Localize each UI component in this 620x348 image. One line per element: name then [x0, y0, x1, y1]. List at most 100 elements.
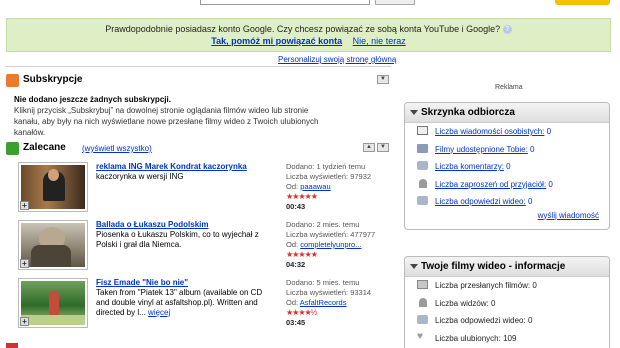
inbox-row-label-wrap: Liczba odpowiedzi wideo: 0 — [435, 197, 532, 206]
my-videos-row-favorites: ♥ Liczba ulubionych: 109 — [405, 330, 609, 348]
inbox-title: Skrzynka odbiorcza — [421, 107, 515, 118]
move-up-icon[interactable]: ▲ — [363, 143, 375, 152]
video-views: Liczba wyświetleń: 93314 — [286, 288, 372, 297]
video-duration: 03:45 — [286, 318, 306, 327]
inbox-row-shared: Filmy udostępnione Tobie: 0 — [405, 141, 609, 159]
inbox-row-label[interactable]: Filmy udostępnione Tobie: — [435, 145, 528, 154]
video-added: Dodano: 1 tydzień temu — [286, 162, 366, 171]
not-now-link[interactable]: Nie, nie teraz — [353, 36, 406, 46]
section-icon — [6, 343, 18, 348]
inbox-more-row: wyślij wiadomość — [405, 211, 609, 220]
video-duration: 04:32 — [286, 260, 306, 269]
inbox-row-label[interactable]: Liczba wiadomości osobistych: — [435, 127, 544, 136]
banner-links: Tak, pomóż mi powiązać konta Nie, nie te… — [7, 36, 610, 46]
video-author-link[interactable]: AsfaltRecords — [300, 298, 347, 307]
video-author-link[interactable]: paaawau — [300, 182, 330, 191]
my-videos-row-value: 0 — [532, 281, 537, 290]
video-added: Dodano: 5 mies. temu — [286, 278, 360, 287]
inbox-row-value: 0 — [530, 144, 535, 154]
person-icon — [419, 178, 427, 188]
video-title[interactable]: Fisz Emade "Nie bo nie" — [96, 278, 188, 287]
video-rating: ★★★★½ — [286, 308, 317, 317]
add-to-quicklist-icon[interactable]: + — [20, 317, 29, 326]
my-videos-row-uploads: Liczba przesłanych filmów: 0 — [405, 277, 609, 295]
inbox-row-label-wrap: Liczba zaproszeń od przyjaciół: 0 — [435, 180, 553, 189]
collapse-arrow-icon[interactable] — [410, 264, 418, 269]
comment-icon — [417, 161, 428, 170]
show-all-link[interactable]: (wyświetl wszystko) — [82, 144, 152, 153]
divider — [6, 66, 391, 67]
video-meta: Dodano: 1 tydzień temu Liczba wyświetleń… — [286, 162, 396, 212]
banner-question-row: Prawdopodobnie posiadasz konto Google. C… — [7, 24, 610, 35]
inbox-row-comments: Liczba komentarzy: 0 — [405, 158, 609, 176]
my-videos-row-viewers: Liczba widzów: 0 — [405, 295, 609, 313]
featured-header: Zalecane (wyświetl wszystko) ▲ ▼ — [6, 141, 391, 157]
video-from-label: Od: — [286, 240, 299, 249]
video-from-row: Od: paaawau — [286, 182, 396, 192]
inbox-box: Skrzynka odbiorcza Liczba wiadomości oso… — [404, 102, 610, 230]
video-item: + Fisz Emade "Nie bo nie" Taken from "Pi… — [18, 278, 393, 334]
video-desc: Piosenka o Łukaszu Polskim, co to wyjech… — [96, 230, 259, 249]
my-videos-row-label-wrap: Liczba widzów: 0 — [435, 299, 496, 308]
film-icon — [417, 143, 428, 153]
personalize-homepage-link[interactable]: Personalizuj swoją stronę główną — [278, 55, 396, 64]
send-message-link[interactable]: wyślij wiadomość — [538, 211, 599, 220]
banner-question: Prawdopodobnie posiadasz konto Google. C… — [105, 24, 501, 34]
video-thumbnail[interactable]: + — [18, 278, 88, 328]
video-from-label: Od: — [286, 298, 299, 307]
video-title[interactable]: Ballada o Łukaszu Podolskim — [96, 220, 208, 229]
add-to-quicklist-icon[interactable]: + — [20, 201, 29, 210]
featured-title: Zalecane — [23, 142, 66, 153]
person-icon — [419, 297, 427, 307]
video-item: + reklama ING Marek Kondrat kaczorynka k… — [18, 162, 393, 218]
video-title[interactable]: reklama ING Marek Kondrat kaczorynka — [96, 162, 247, 171]
collapse-icon[interactable]: ▼ — [377, 143, 389, 152]
inbox-row-label[interactable]: Liczba komentarzy: — [435, 162, 504, 171]
video-meta: Dodano: 2 mies. temu Liczba wyświetleń: … — [286, 220, 396, 270]
video-rating: ★★★★★ — [286, 250, 318, 259]
envelope-icon — [417, 126, 428, 135]
inbox-row-value: 0 — [546, 127, 552, 136]
video-views: Liczba wyświetleń: 477977 — [286, 230, 376, 239]
video-desc: Taken from "Piatek 13" album (available … — [96, 288, 263, 317]
my-videos-row-label-wrap: Liczba odpowiedzi wideo: 0 — [435, 316, 532, 325]
search-button[interactable] — [375, 0, 415, 5]
video-thumbnail[interactable]: + — [18, 162, 88, 212]
my-videos-row-replies: Liczba odpowiedzi wideo: 0 — [405, 312, 609, 330]
inbox-row-label[interactable]: Liczba zaproszeń od przyjaciół: — [435, 180, 546, 189]
inbox-row-value: 0 — [548, 179, 553, 189]
video-info: Ballada o Łukaszu Podolskim Piosenka o Ł… — [96, 220, 276, 250]
video-author-link[interactable]: completelyunpro... — [300, 240, 361, 249]
inbox-row-label-wrap: Liczba komentarzy: 0 — [435, 162, 511, 171]
collapse-arrow-icon[interactable] — [410, 110, 418, 115]
top-search-bar — [0, 0, 620, 8]
video-duration: 00:43 — [286, 202, 306, 211]
inbox-row-value: 0 — [506, 162, 511, 171]
featured-icon — [6, 142, 19, 155]
add-to-quicklist-icon[interactable]: + — [20, 259, 29, 268]
inbox-header[interactable]: Skrzynka odbiorcza — [405, 103, 609, 123]
question-icon[interactable]: ? — [502, 25, 512, 35]
inbox-row-label[interactable]: Liczba odpowiedzi wideo: — [435, 197, 526, 206]
video-rating: ★★★★★ — [286, 192, 318, 201]
more-link[interactable]: więcej — [148, 308, 170, 317]
heart-icon: ♥ — [417, 330, 423, 342]
collapse-icon[interactable]: ▼ — [377, 75, 389, 84]
video-thumbnail[interactable]: + — [18, 220, 88, 270]
subscriptions-icon — [6, 74, 19, 87]
upload-button[interactable] — [555, 0, 610, 5]
my-videos-row-label-wrap: Liczba przesłanych filmów: 0 — [435, 281, 537, 290]
video-item: + Ballada o Łukaszu Podolskim Piosenka o… — [18, 220, 393, 276]
my-videos-row-value: 109 — [503, 333, 517, 343]
video-from-label: Od: — [286, 182, 299, 191]
video-desc: kaczorynka w wersji ING — [96, 172, 184, 181]
subscriptions-title: Subskrypcje — [23, 74, 83, 85]
video-from-row: Od: completelyunpro... — [286, 240, 396, 250]
link-accounts-link[interactable]: Tak, pomóż mi powiązać konta — [211, 36, 342, 46]
subscriptions-header: Subskrypcje ▼ — [6, 73, 391, 89]
search-input[interactable] — [200, 0, 370, 5]
inbox-row-invites: Liczba zaproszeń od przyjaciół: 0 — [405, 176, 609, 194]
my-videos-row-label-wrap: Liczba ulubionych: 109 — [435, 334, 516, 343]
video-added: Dodano: 2 mies. temu — [286, 220, 360, 229]
my-videos-header[interactable]: Twoje filmy wideo - informacje — [405, 257, 609, 277]
